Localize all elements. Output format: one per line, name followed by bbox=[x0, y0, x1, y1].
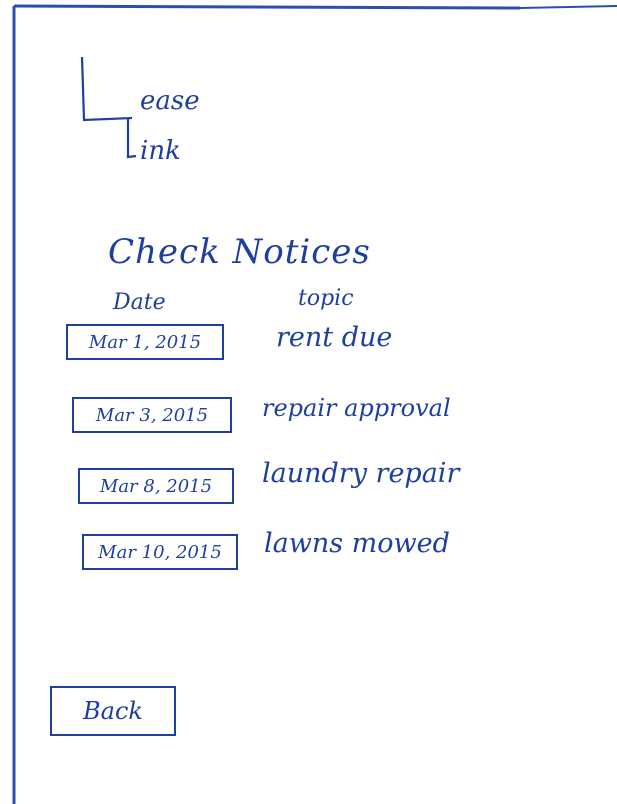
page-title: Check Notices bbox=[108, 232, 371, 272]
notice-date-button[interactable]: Mar 3, 2015 bbox=[72, 397, 232, 433]
column-header-topic: topic bbox=[298, 286, 354, 311]
back-button[interactable]: Back bbox=[50, 686, 176, 736]
notice-date-button[interactable]: Mar 8, 2015 bbox=[78, 468, 234, 504]
notice-topic[interactable]: laundry repair bbox=[262, 458, 459, 489]
logo-line-2: ink bbox=[140, 136, 181, 166]
notice-topic[interactable]: repair approval bbox=[262, 394, 451, 422]
notice-date-button[interactable]: Mar 10, 2015 bbox=[82, 534, 238, 570]
logo-line-1: ease bbox=[140, 86, 200, 116]
column-header-date: Date bbox=[113, 290, 166, 315]
notice-topic[interactable]: lawns mowed bbox=[264, 528, 450, 559]
notice-date-button[interactable]: Mar 1, 2015 bbox=[66, 324, 224, 360]
notice-topic[interactable]: rent due bbox=[276, 322, 392, 353]
logo-l-strokes bbox=[80, 56, 137, 159]
